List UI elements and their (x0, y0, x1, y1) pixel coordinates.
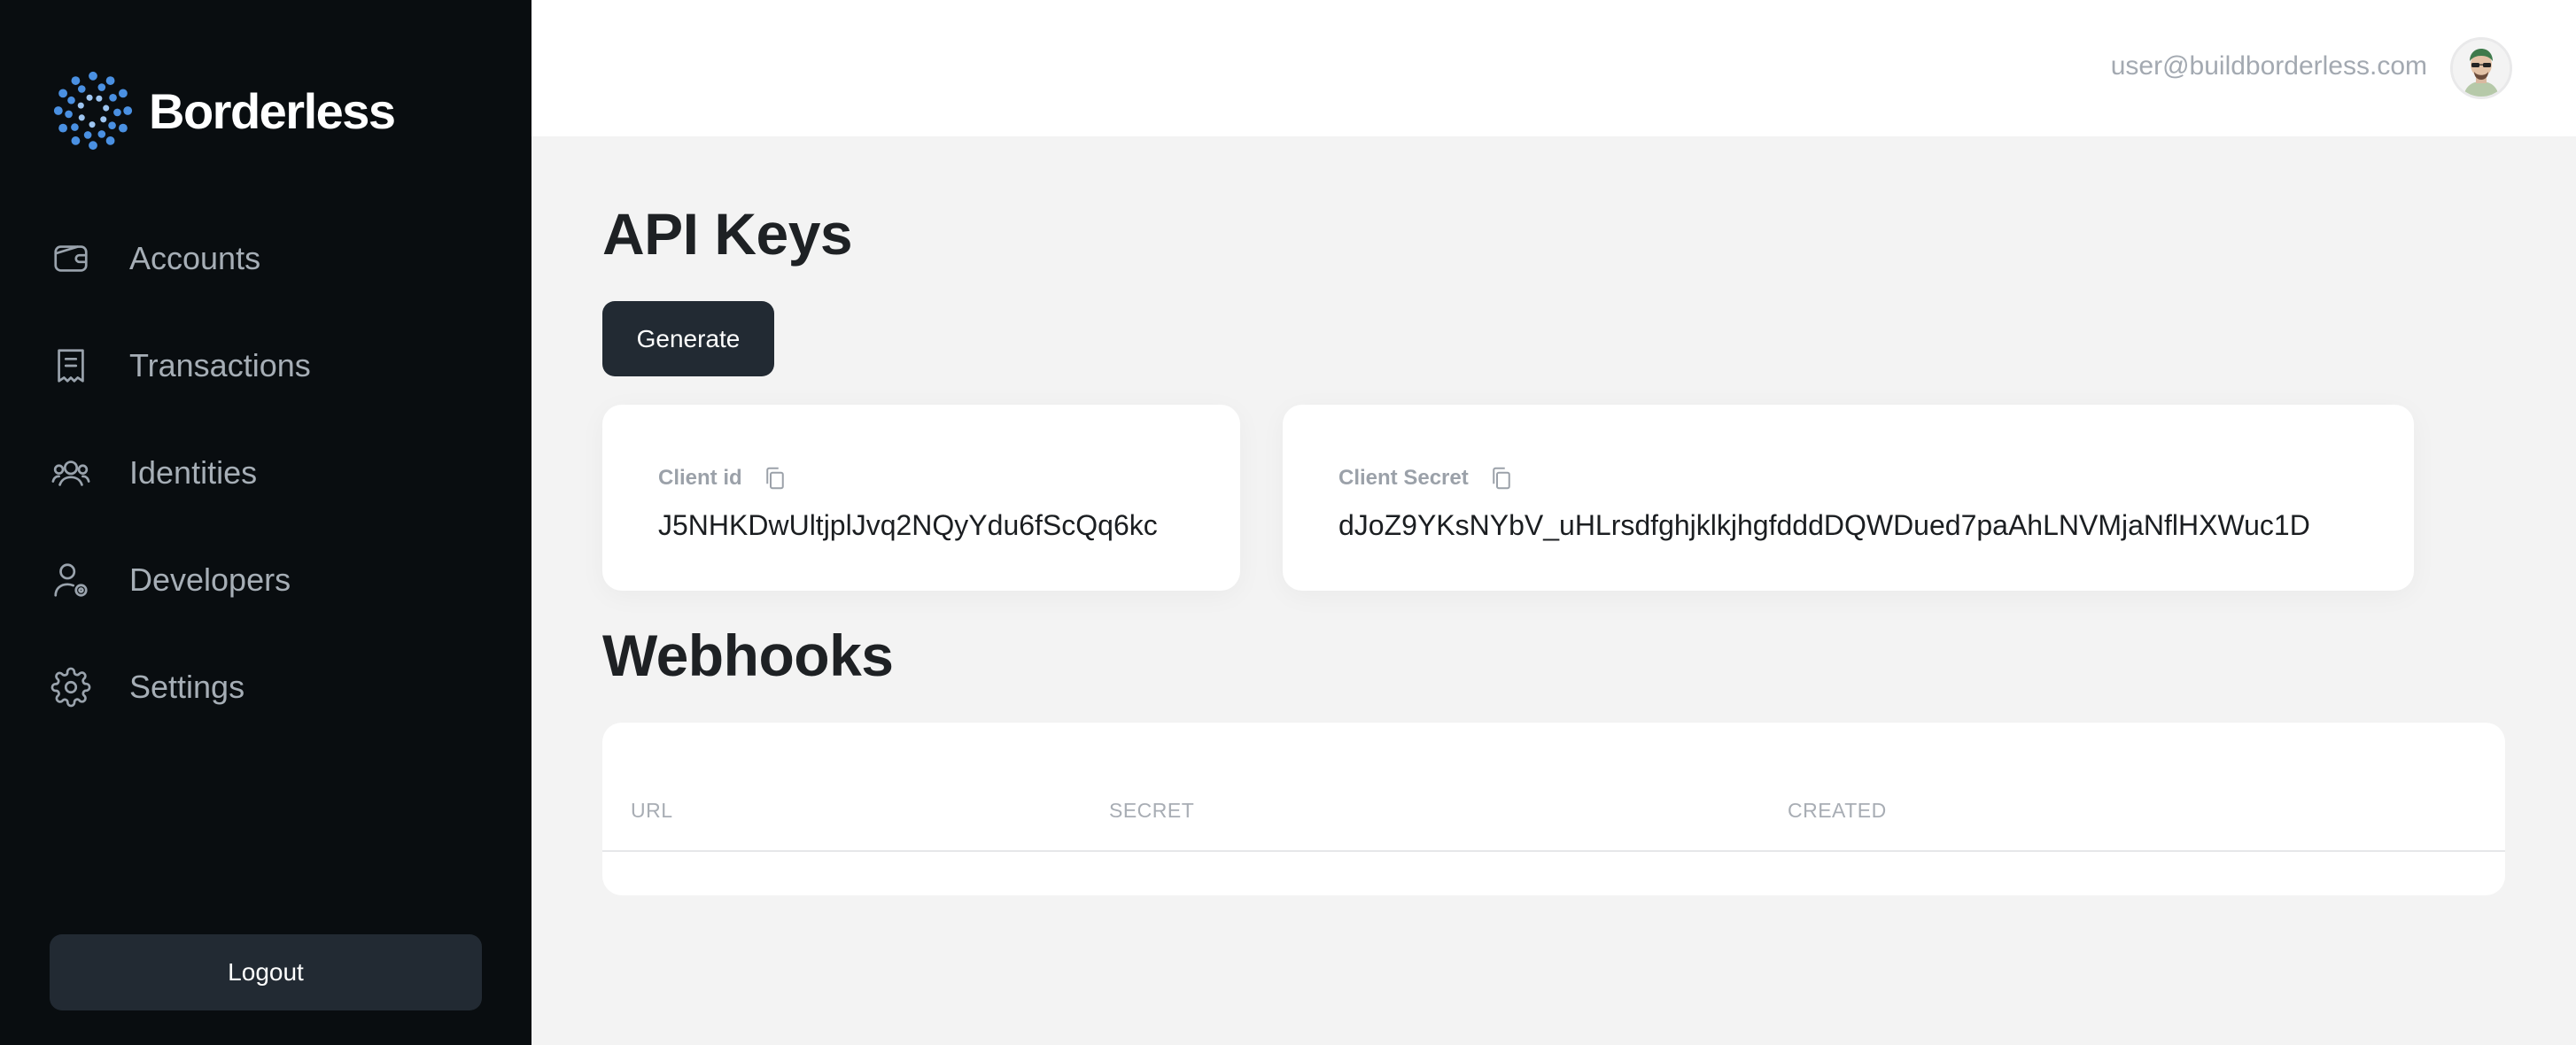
sidebar-item-transactions[interactable]: Transactions (50, 337, 311, 394)
receipt-icon (50, 344, 92, 387)
webhooks-table: URL SECRET CREATED (602, 723, 2505, 895)
avatar[interactable] (2450, 37, 2512, 99)
user-settings-icon (50, 559, 92, 601)
column-header-url: URL (631, 799, 673, 822)
copy-icon[interactable] (762, 465, 788, 492)
top-header: user@buildborderless.com (531, 0, 2576, 136)
sidebar-item-label: Transactions (129, 347, 311, 383)
client-id-label-row: Client id (658, 465, 788, 492)
borderless-logo-icon (53, 71, 133, 151)
wallet-icon (50, 237, 92, 280)
sidebar-item-label: Settings (129, 669, 245, 705)
avatar-image (2453, 40, 2510, 97)
sidebar-item-settings[interactable]: Settings (50, 659, 311, 716)
column-header-secret: SECRET (1109, 799, 1195, 822)
client-secret-card: Client Secret dJoZ9YKsNYbV_uHLrsdfghjklk… (1283, 405, 2414, 591)
sidebar-item-accounts[interactable]: Accounts (50, 230, 311, 287)
sidebar-item-label: Identities (129, 454, 258, 491)
generate-button[interactable]: Generate (602, 301, 774, 376)
api-keys-title: API Keys (602, 201, 853, 267)
sidebar: Borderless Accounts Transactions Identit… (0, 0, 531, 1045)
client-id-label: Client id (658, 466, 742, 490)
table-divider (602, 850, 2505, 852)
gear-icon (50, 666, 92, 708)
client-id-value: J5NHKDwUltjplJvq2NQyYdu6fScQq6kc (658, 509, 1158, 541)
sidebar-item-identities[interactable]: Identities (50, 445, 311, 501)
sidebar-item-developers[interactable]: Developers (50, 552, 311, 608)
client-secret-label: Client Secret (1338, 466, 1469, 490)
brand-logo[interactable]: Borderless (50, 67, 396, 154)
sidebar-item-label: Developers (129, 561, 291, 598)
client-secret-value: dJoZ9YKsNYbV_uHLrsdfghjklkjhgfdddDQWDued… (1338, 509, 2310, 541)
client-id-card: Client id J5NHKDwUltjplJvq2NQyYdu6fScQq6… (602, 405, 1240, 591)
copy-icon[interactable] (1488, 465, 1515, 492)
user-email: user@buildborderless.com (2110, 51, 2427, 81)
logout-button[interactable]: Logout (50, 934, 482, 1010)
webhooks-title: Webhooks (602, 623, 894, 688)
sidebar-nav: Accounts Transactions Identities Develop… (50, 230, 311, 766)
column-header-created: CREATED (1788, 799, 1887, 822)
sidebar-item-label: Accounts (129, 240, 261, 276)
brand-name: Borderless (149, 82, 396, 139)
client-secret-label-row: Client Secret (1338, 465, 1515, 492)
users-icon (50, 452, 92, 494)
